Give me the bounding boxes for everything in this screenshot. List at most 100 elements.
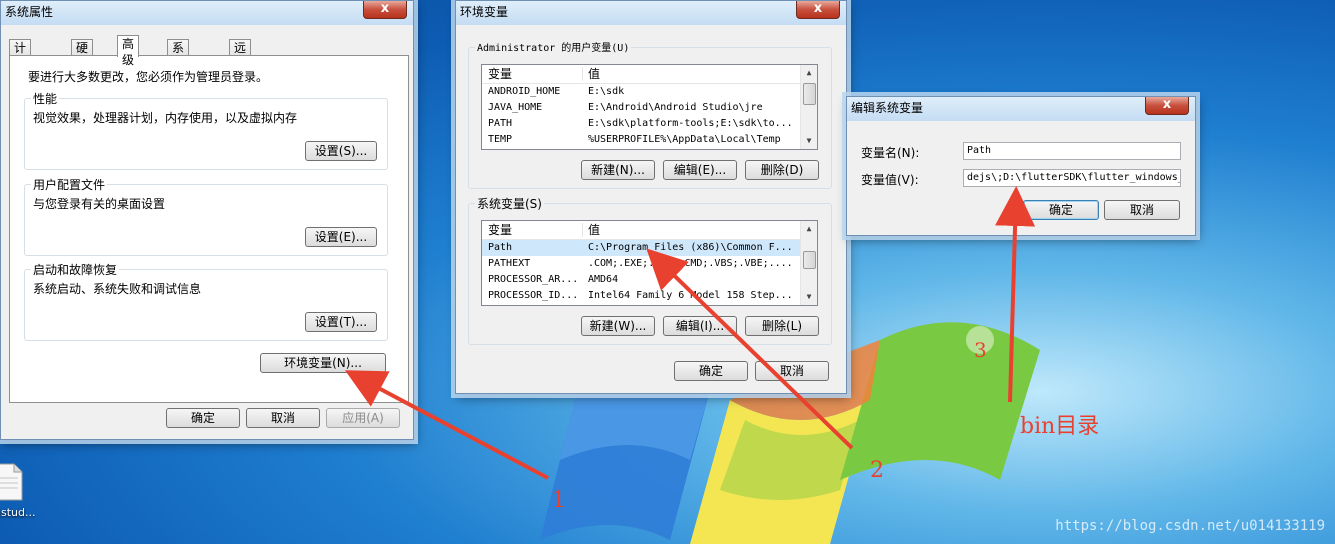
var-name: PATH (488, 118, 513, 129)
step-2-label: 2 (870, 458, 884, 483)
performance-label: 性能 (31, 90, 60, 107)
user-variables-header: 变量 值 (482, 65, 817, 84)
close-button[interactable]: x (363, 1, 407, 19)
column-value[interactable]: 值 (588, 221, 600, 239)
user-profiles-settings-button[interactable]: 设置(E)... (305, 227, 377, 247)
file-icon (0, 463, 23, 501)
system-variables-label: 系统变量(S) (475, 195, 544, 212)
var-name: PROCESSOR_ID... (488, 290, 579, 301)
var-name: PATHEXT (488, 258, 531, 269)
system-variables-group: 系统变量(S) 变量 值 Path C:\Program Files (x86)\… (468, 195, 832, 345)
system-properties-dialog: 系统属性 x 计算机名 硬件 高级 系统保护 远程 要进行大多数更改，您必须作为… (0, 0, 414, 440)
advanced-tab-panel: 要进行大多数更改，您必须作为管理员登录。 性能 视觉效果，处理器计划，内存使用，… (9, 55, 409, 403)
cancel-button[interactable]: 取消 (755, 361, 829, 381)
variable-value-field[interactable]: dejs\;D:\flutterSDK\flutter_windows_ (963, 169, 1181, 187)
var-value: Intel64 Family 6 Model 158 Step... (588, 290, 793, 301)
table-row[interactable]: Path C:\Program Files (x86)\Common F... (482, 240, 817, 256)
user-profiles-group: 用户配置文件 与您登录有关的桌面设置 设置(E)... (24, 176, 388, 256)
close-icon: x (813, 1, 823, 16)
var-value: AMD64 (588, 274, 619, 285)
env-vars-titlebar[interactable]: 环境变量 x (456, 1, 846, 25)
tab-advanced[interactable]: 高级 (117, 35, 140, 67)
user-new-button[interactable]: 新建(N)... (581, 160, 655, 180)
system-properties-titlebar[interactable]: 系统属性 x (1, 1, 413, 25)
variable-name-label: 变量名(N): (861, 146, 920, 160)
watermark: https://blog.csdn.net/u014133119 (1055, 518, 1325, 534)
environment-variables-dialog: 环境变量 x Administrator 的用户变量(U) 变量 值 ANDRO… (455, 0, 847, 394)
performance-desc: 视觉效果，处理器计划，内存使用，以及虚拟内存 (33, 111, 298, 125)
ok-button[interactable]: 确定 (166, 408, 240, 428)
edit-var-titlebar[interactable]: 编辑系统变量 x (847, 97, 1195, 121)
user-delete-button[interactable]: 删除(D) (745, 160, 819, 180)
close-button[interactable]: x (796, 1, 840, 19)
var-value: %USERPROFILE%\AppData\Local\Temp (588, 134, 781, 145)
user-variables-label: Administrator 的用户变量(U) (475, 39, 632, 54)
user-variables-scrollbar[interactable]: ▲ ▼ (800, 65, 817, 149)
table-row[interactable]: ANDROID_HOME E:\sdk (482, 84, 817, 100)
system-properties-title: 系统属性 (5, 5, 54, 19)
scroll-down-icon[interactable]: ▼ (801, 133, 817, 149)
tab-remote[interactable]: 远程 (229, 39, 252, 71)
performance-settings-button[interactable]: 设置(S)... (305, 141, 377, 161)
var-name: JAVA_HOME (488, 102, 543, 113)
column-variable[interactable]: 变量 (488, 65, 512, 83)
tab-system-protection[interactable]: 系统保护 (167, 39, 190, 103)
ok-button[interactable]: 确定 (1023, 200, 1099, 220)
ok-button[interactable]: 确定 (674, 361, 748, 381)
user-edit-button[interactable]: 编辑(E)... (663, 160, 737, 180)
var-value: E:\sdk (588, 86, 625, 97)
column-variable[interactable]: 变量 (488, 221, 512, 239)
startup-recovery-settings-button[interactable]: 设置(T)... (305, 312, 377, 332)
user-profiles-desc: 与您登录有关的桌面设置 (33, 197, 166, 211)
desktop-shortcut-label: nstud... (0, 506, 36, 519)
scroll-thumb[interactable] (803, 251, 816, 269)
variable-name-field[interactable]: Path (963, 142, 1181, 160)
var-value: E:\Android\Android Studio\jre (588, 102, 763, 113)
bin-directory-note: bin目录 (1020, 414, 1100, 439)
table-row[interactable]: TEMP %USERPROFILE%\AppData\Local\Temp (482, 132, 817, 148)
user-variables-group: Administrator 的用户变量(U) 变量 值 ANDROID_HOME… (468, 39, 832, 189)
system-edit-button[interactable]: 编辑(I)... (663, 316, 737, 336)
table-row[interactable]: JAVA_HOME E:\Android\Android Studio\jre (482, 100, 817, 116)
startup-recovery-desc: 系统启动、系统失败和调试信息 (33, 282, 202, 296)
step-3-label: 3 (974, 338, 987, 362)
scroll-thumb[interactable] (803, 83, 816, 105)
table-row[interactable]: PATH E:\sdk\platform-tools;E:\sdk\to... (482, 116, 817, 132)
startup-recovery-group: 启动和故障恢复 系统启动、系统失败和调试信息 设置(T)... (24, 261, 388, 341)
system-variables-scrollbar[interactable]: ▲ ▼ (800, 221, 817, 305)
system-variables-list[interactable]: 变量 值 Path C:\Program Files (x86)\Common F… (481, 220, 818, 306)
var-name: Path (488, 242, 513, 253)
cancel-button[interactable]: 取消 (1104, 200, 1180, 220)
scroll-up-icon[interactable]: ▲ (801, 221, 817, 237)
user-variables-list[interactable]: 变量 值 ANDROID_HOME E:\sdk JAVA_HOME E:\Andr… (481, 64, 818, 150)
cancel-button[interactable]: 取消 (246, 408, 320, 428)
system-delete-button[interactable]: 删除(L) (745, 316, 819, 336)
user-profiles-label: 用户配置文件 (31, 176, 108, 193)
tab-computer-name[interactable]: 计算机名 (9, 39, 32, 103)
column-value[interactable]: 值 (588, 65, 600, 83)
var-value: E:\sdk\platform-tools;E:\sdk\to... (588, 118, 793, 129)
edit-system-variable-dialog: 编辑系统变量 x 变量名(N): Path 变量值(V): dejs\;D:\f… (846, 96, 1196, 236)
var-name: ANDROID_HOME (488, 86, 561, 97)
apply-button[interactable]: 应用(A) (326, 408, 400, 428)
table-row[interactable]: PROCESSOR_AR... AMD64 (482, 272, 817, 288)
desktop-shortcut[interactable]: nstud... (0, 462, 44, 519)
tab-hardware[interactable]: 硬件 (71, 39, 94, 71)
admin-note: 要进行大多数更改，您必须作为管理员登录。 (28, 70, 269, 84)
env-vars-title: 环境变量 (460, 5, 509, 19)
table-row[interactable]: PROCESSOR_ID... Intel64 Family 6 Model 15… (482, 288, 817, 304)
close-icon: x (1162, 97, 1172, 112)
scroll-up-icon[interactable]: ▲ (801, 65, 817, 81)
edit-var-title: 编辑系统变量 (851, 101, 924, 115)
var-value: .COM;.EXE;.BAT;.CMD;.VBS;.VBE;.... (588, 258, 793, 269)
system-new-button[interactable]: 新建(W)... (581, 316, 655, 336)
table-row[interactable]: PATHEXT .COM;.EXE;.BAT;.CMD;.VBS;.VBE;...… (482, 256, 817, 272)
scroll-down-icon[interactable]: ▼ (801, 289, 817, 305)
close-button[interactable]: x (1145, 97, 1189, 115)
step-1-label: 1 (552, 488, 566, 513)
startup-recovery-label: 启动和故障恢复 (31, 261, 120, 278)
close-icon: x (380, 1, 390, 16)
var-name: PROCESSOR_AR... (488, 274, 579, 285)
var-value: C:\Program Files (x86)\Common F... (588, 242, 793, 253)
environment-variables-button[interactable]: 环境变量(N)... (260, 353, 386, 373)
